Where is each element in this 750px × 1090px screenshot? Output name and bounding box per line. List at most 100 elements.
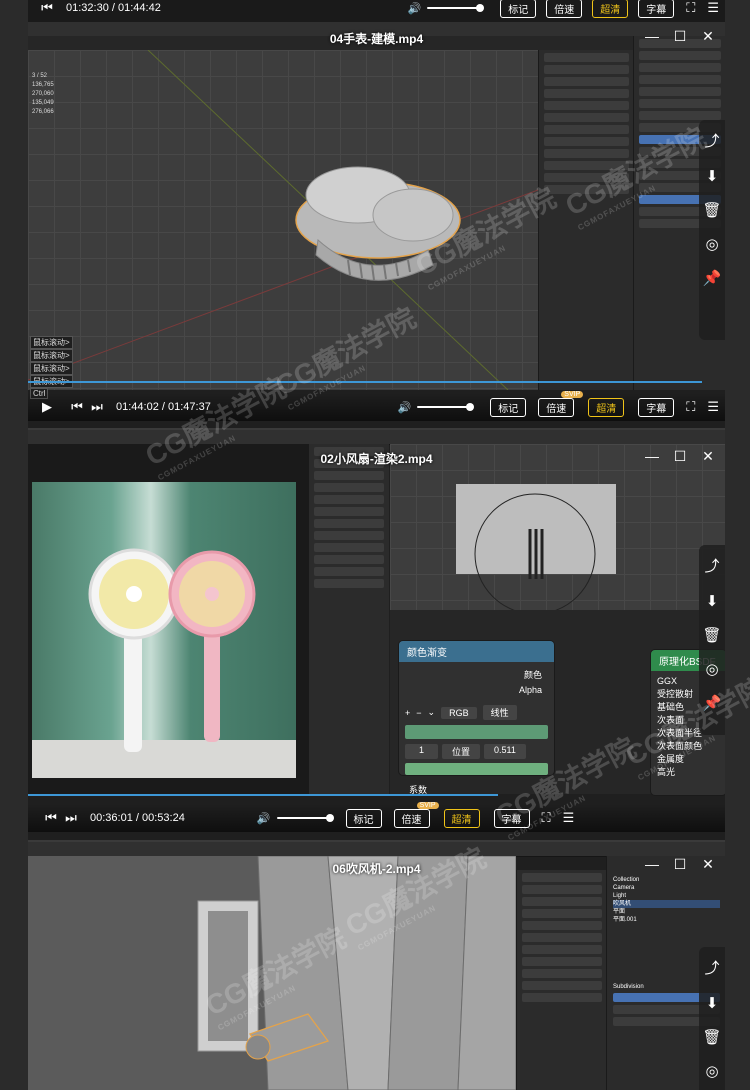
download-icon[interactable]: ⬇ bbox=[706, 167, 719, 185]
share-icon[interactable]: ⤴ bbox=[704, 957, 719, 978]
outliner-item[interactable]: 吹风机 bbox=[613, 900, 720, 908]
outliner-item[interactable]: Light bbox=[613, 892, 720, 900]
chevron-down-icon[interactable]: ⌄ bbox=[428, 707, 436, 718]
volume-icon[interactable]: 🔊 bbox=[257, 812, 271, 825]
volume[interactable]: 🔊 bbox=[408, 2, 485, 15]
close-icon[interactable]: ✕ bbox=[701, 28, 715, 45]
maximize-icon[interactable]: ☐ bbox=[673, 28, 687, 45]
index-field[interactable]: 1 bbox=[405, 744, 439, 759]
viewport-3d bbox=[390, 444, 725, 610]
download-icon[interactable]: ⬇ bbox=[706, 994, 719, 1012]
mark-button[interactable]: 标记 bbox=[490, 397, 527, 417]
render-view bbox=[28, 444, 308, 794]
progress-bar[interactable] bbox=[28, 381, 702, 383]
camera-frame bbox=[474, 493, 596, 610]
next-icon[interactable]: ⏭ bbox=[62, 810, 80, 826]
node-title: 颜色渐变 bbox=[399, 641, 554, 662]
target-icon[interactable]: ◎ bbox=[705, 1062, 718, 1080]
speed-button-top[interactable]: 倍速 bbox=[546, 0, 583, 18]
skip-back-icon[interactable]: ⏮ bbox=[38, 0, 56, 16]
top-time: 01:32:30 / 01:44:42 bbox=[66, 2, 161, 14]
target-icon[interactable]: ◎ bbox=[705, 235, 718, 253]
color-swatch[interactable] bbox=[405, 763, 548, 775]
time-display: 00:36:01 / 00:53:24 bbox=[90, 812, 185, 824]
add-icon[interactable]: + bbox=[405, 708, 410, 718]
pos-label: 位置 bbox=[442, 744, 481, 759]
trash-icon[interactable]: 🗑 bbox=[702, 626, 721, 644]
minimize-icon[interactable]: — bbox=[645, 448, 659, 465]
subtitle-button[interactable]: 字幕 bbox=[493, 808, 530, 828]
interp-select[interactable]: 线性 bbox=[482, 705, 517, 720]
quality-button-top[interactable]: 超清 bbox=[592, 0, 629, 18]
pin-icon[interactable]: 📌 bbox=[703, 694, 722, 712]
menu-icon[interactable]: ☰ bbox=[707, 399, 719, 415]
side-action-bar: ⤴ ⬇ 🗑 ◎ 📌 bbox=[699, 120, 725, 340]
video-player-2[interactable]: 颜色渐变 颜色 Alpha + − ⌄ RGB 线性 1 位置 0.511 系数… bbox=[28, 430, 725, 840]
trash-icon[interactable]: 🗑 bbox=[702, 201, 721, 219]
speed-button[interactable]: 倍速 SVIP bbox=[393, 801, 439, 828]
download-icon[interactable]: ⬇ bbox=[706, 592, 719, 610]
target-icon[interactable]: ◎ bbox=[705, 660, 718, 678]
close-icon[interactable]: ✕ bbox=[701, 856, 715, 873]
outliner-item[interactable]: 平面 bbox=[613, 908, 720, 916]
minimize-icon[interactable]: — bbox=[645, 28, 659, 45]
volume[interactable]: 🔊 bbox=[257, 812, 334, 825]
volume-icon[interactable]: 🔊 bbox=[408, 2, 422, 15]
speed-button[interactable]: 倍速 SVIP bbox=[538, 390, 584, 417]
play-icon[interactable]: ▶ bbox=[38, 399, 56, 415]
mark-button[interactable]: 标记 bbox=[345, 808, 382, 828]
minimize-icon[interactable]: — bbox=[645, 856, 659, 873]
ramp-bar[interactable] bbox=[405, 725, 548, 739]
pos-value[interactable]: 0.511 bbox=[484, 744, 526, 759]
fullscreen-icon[interactable]: ⛶ bbox=[542, 810, 551, 826]
quality-button[interactable]: 超清 bbox=[443, 808, 480, 828]
prev-icon[interactable]: ⏮ bbox=[68, 399, 86, 415]
menu-icon-top[interactable]: ☰ bbox=[707, 0, 719, 16]
share-icon[interactable]: ⤴ bbox=[704, 555, 719, 576]
progress-bar[interactable] bbox=[28, 794, 499, 796]
fullscreen-icon[interactable]: ⛶ bbox=[686, 399, 695, 415]
pin-icon[interactable]: 📌 bbox=[703, 269, 722, 287]
maximize-icon[interactable]: ☐ bbox=[673, 448, 687, 465]
volume-icon[interactable]: 🔊 bbox=[398, 401, 412, 414]
video-player-3[interactable]: Collection Camera Light 吹风机 平面 平面.001 Su… bbox=[28, 842, 725, 1090]
scroll-hint: 鼠标滚动> bbox=[30, 336, 73, 349]
fullscreen-icon-top[interactable]: ⛶ bbox=[686, 0, 695, 16]
subtitle-button-top[interactable]: 字幕 bbox=[638, 0, 675, 18]
viewport-3d: 3 / 52 136,765 270,060 135,049 276,066 鼠… bbox=[28, 50, 538, 399]
output-color: 颜色 bbox=[523, 670, 542, 680]
maximize-icon[interactable]: ☐ bbox=[673, 856, 687, 873]
n-panel bbox=[516, 870, 607, 1090]
scroll-hint: 鼠标滚动> bbox=[30, 362, 73, 375]
outliner-item[interactable]: 平面.001 bbox=[613, 916, 720, 924]
volume[interactable]: 🔊 bbox=[398, 401, 475, 414]
top-control-bar: ⏮ 01:32:30 / 01:44:42 🔊 标记 倍速 超清 字幕 ⛶ ☰ bbox=[28, 0, 725, 22]
watch-model bbox=[28, 50, 538, 390]
prev-icon[interactable]: ⏮ bbox=[42, 810, 60, 826]
window-controls: — ☐ ✕ bbox=[645, 448, 715, 465]
video-player-1[interactable]: ⏮ 01:32:30 / 01:44:42 🔊 标记 倍速 超清 字幕 ⛶ ☰ … bbox=[28, 0, 725, 428]
blender-menu-bar bbox=[28, 842, 725, 857]
share-icon[interactable]: ⤴ bbox=[704, 130, 719, 151]
remove-icon[interactable]: − bbox=[416, 708, 421, 718]
input-fac: 系数 bbox=[409, 785, 428, 795]
menu-icon[interactable]: ☰ bbox=[563, 810, 575, 826]
scroll-hint: 鼠标滚动> bbox=[30, 349, 73, 362]
outliner-item[interactable]: Camera bbox=[613, 884, 720, 892]
blender-menu-bar bbox=[28, 430, 725, 445]
quality-button[interactable]: 超清 bbox=[588, 397, 625, 417]
close-icon[interactable]: ✕ bbox=[701, 448, 715, 465]
mode-select[interactable]: RGB bbox=[441, 706, 477, 719]
control-bar: ⏮ ⏭ 00:36:01 / 00:53:24 🔊 标记 倍速 SVIP 超清 字… bbox=[28, 801, 725, 832]
node-editor: 颜色渐变 颜色 Alpha + − ⌄ RGB 线性 1 位置 0.511 系数… bbox=[390, 624, 725, 796]
outliner-item[interactable]: Collection bbox=[613, 876, 720, 884]
subtitle-button[interactable]: 字幕 bbox=[638, 397, 675, 417]
side-action-bar: ⤴ ⬇ 🗑 ◎ 📌 bbox=[699, 545, 725, 735]
light-panel bbox=[308, 444, 389, 794]
node-editor-header bbox=[390, 610, 725, 624]
trash-icon[interactable]: 🗑 bbox=[702, 1028, 721, 1046]
color-ramp-node[interactable]: 颜色渐变 颜色 Alpha + − ⌄ RGB 线性 1 位置 0.511 系数 bbox=[398, 640, 555, 795]
next-icon[interactable]: ⏭ bbox=[88, 399, 106, 415]
time-display: 01:44:02 / 01:47:37 bbox=[116, 401, 211, 413]
mark-button-top[interactable]: 标记 bbox=[500, 0, 537, 18]
